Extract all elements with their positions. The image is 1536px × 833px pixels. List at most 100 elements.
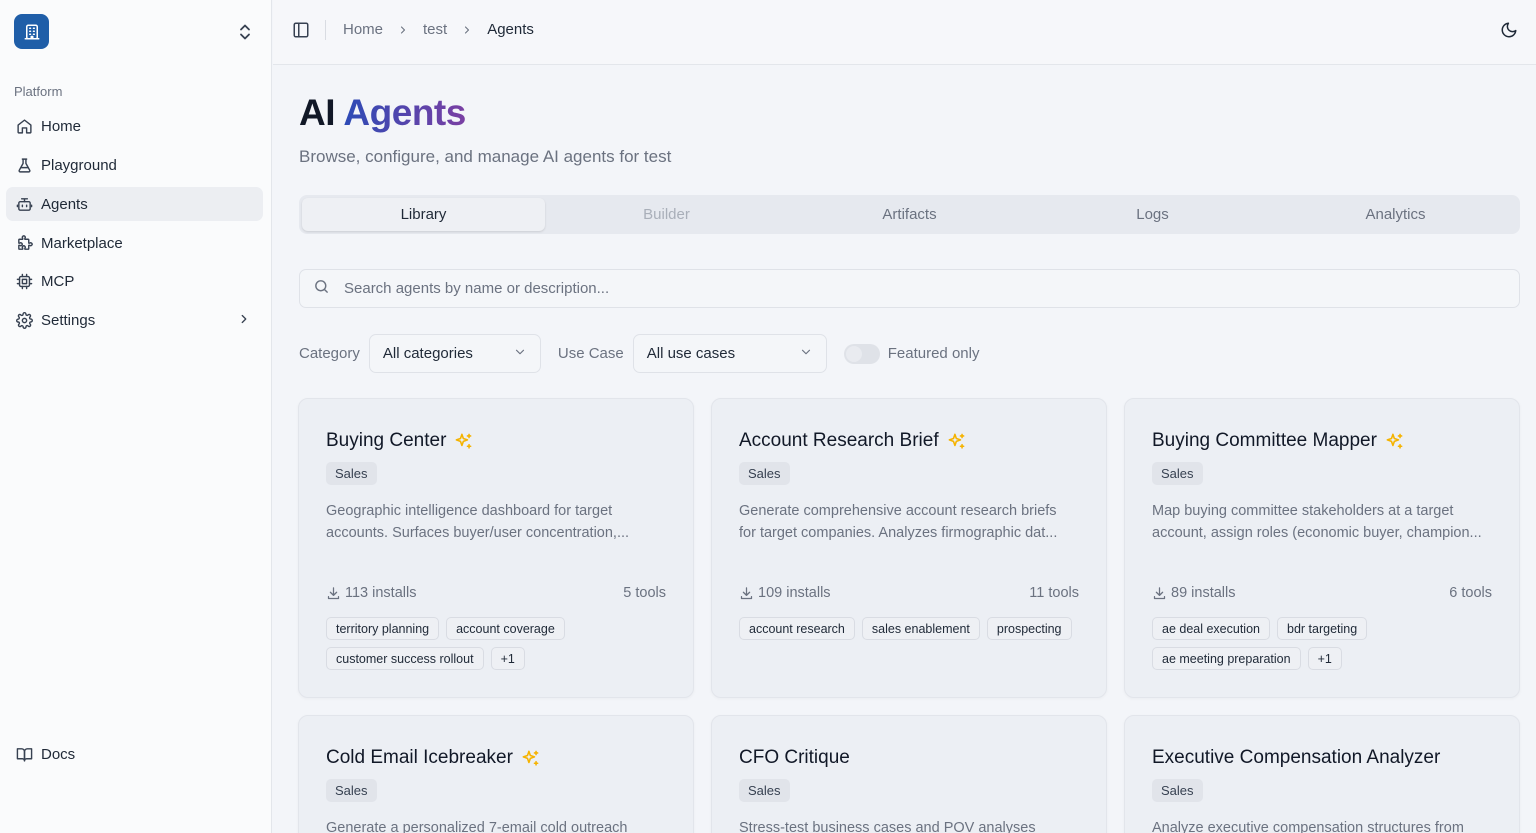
sidebar-toggle-icon[interactable]	[292, 21, 310, 39]
workspace-logo[interactable]	[14, 14, 49, 49]
breadcrumb-workspace[interactable]: test	[423, 21, 447, 38]
agent-card-title: Executive Compensation Analyzer	[1152, 747, 1440, 769]
category-badge: Sales	[1152, 779, 1203, 802]
gear-icon	[15, 311, 33, 329]
breadcrumb: Home test Agents	[343, 21, 534, 38]
tab-analytics[interactable]: Analytics	[1274, 198, 1517, 231]
tag-list: territory planning account coverage cust…	[326, 617, 676, 670]
filter-bar: Category All categories Use Case All use…	[299, 334, 988, 373]
chevron-down-icon	[799, 345, 813, 363]
tag: prospecting	[986, 617, 1072, 640]
chip-icon	[15, 272, 33, 290]
divider	[325, 20, 326, 40]
install-count: 113 installs	[326, 585, 416, 601]
tab-artifacts[interactable]: Artifacts	[788, 198, 1031, 231]
category-select[interactable]: All categories	[368, 334, 541, 373]
page-title-accent: Agents	[343, 92, 466, 133]
tag: account research	[739, 617, 855, 640]
agent-description: Generate a personalized 7-email cold out…	[326, 818, 671, 833]
agent-card[interactable]: Buying Committee Mapper Sales Map buying…	[1124, 398, 1520, 698]
more-tags-badge[interactable]: +1	[490, 647, 525, 670]
search-icon	[313, 278, 330, 300]
bot-icon	[15, 195, 33, 213]
tag: customer success rollout	[326, 647, 484, 670]
chevron-right-icon	[461, 24, 473, 36]
top-bar: Home test Agents	[273, 0, 1536, 65]
description-line: accounts. Surfaces buyer/user concentrat…	[326, 524, 630, 541]
featured-label: Featured only	[887, 345, 980, 362]
agent-card[interactable]: Cold Email Icebreaker Sales Generate a p…	[298, 715, 694, 833]
tool-count: 5 tools	[623, 585, 666, 601]
tag-list: ae deal execution bdr targeting ae meeti…	[1152, 617, 1502, 670]
tool-count: 6 tools	[1449, 585, 1492, 601]
sidebar-item-label: Home	[41, 117, 82, 135]
agent-name: Buying Center	[326, 430, 447, 451]
sidebar-item-label: MCP	[41, 272, 75, 290]
agent-description: Stress-test business cases and POV analy…	[739, 818, 1084, 833]
sidebar-item-label: Marketplace	[41, 234, 123, 252]
agent-card-title: Account Research Brief	[739, 430, 966, 452]
tab-library[interactable]: Library	[302, 198, 545, 231]
tab-builder: Builder	[643, 206, 690, 223]
agent-card-title: Buying Center	[326, 430, 473, 452]
use-case-select[interactable]: All use cases	[632, 334, 827, 373]
search-input[interactable]	[344, 280, 1444, 297]
sidebar-section-label: Platform	[14, 84, 63, 99]
description-line: account, assign roles (economic buyer, c…	[1152, 524, 1482, 541]
install-count: 89 installs	[1152, 585, 1235, 601]
use-case-select-value: All use cases	[646, 345, 736, 362]
tab-logs[interactable]: Logs	[1031, 198, 1274, 231]
sidebar-item-mcp[interactable]: MCP	[6, 264, 263, 298]
install-count-text: 89 installs	[1171, 585, 1236, 601]
breadcrumb-home[interactable]: Home	[343, 21, 383, 38]
main-content: AI Agents Browse, configure, and manage …	[273, 66, 1536, 833]
workspace-switcher-icon[interactable]	[236, 22, 254, 42]
agent-card[interactable]: Buying Center Sales Geographic intellige…	[298, 398, 694, 698]
category-badge: Sales	[739, 779, 790, 802]
tag: ae meeting preparation	[1152, 647, 1301, 670]
agent-name: Cold Email Icebreaker	[326, 747, 513, 768]
description-line: Map buying committee stakeholders at a t…	[1152, 503, 1454, 519]
moon-icon[interactable]	[1500, 21, 1518, 39]
agent-description: Generate comprehensive account research …	[739, 501, 1084, 544]
agent-description: Analyze executive compensation structure…	[1152, 818, 1497, 833]
agent-card[interactable]: Account Research Brief Sales Generate co…	[711, 398, 1107, 698]
page-subtitle: Browse, configure, and manage AI agents …	[299, 147, 672, 166]
chevron-right-icon	[237, 312, 251, 330]
sparkles-icon	[947, 432, 966, 451]
sidebar-item-label: Agents	[41, 195, 88, 213]
tab-bar: Library Builder Artifacts Logs Analytics	[299, 195, 1520, 234]
sparkles-icon	[521, 749, 540, 768]
category-label: Category	[299, 345, 360, 362]
sidebar-item-agents[interactable]: Agents	[6, 187, 263, 221]
sidebar-item-home[interactable]: Home	[6, 109, 263, 143]
tag: account coverage	[446, 617, 565, 640]
chevron-right-icon	[397, 24, 409, 36]
agent-card-title: CFO Critique	[739, 747, 850, 769]
description-line: Stress-test business cases and POV analy…	[739, 820, 1036, 833]
sidebar-item-playground[interactable]: Playground	[6, 148, 263, 182]
agent-card[interactable]: Executive Compensation Analyzer Sales An…	[1124, 715, 1520, 833]
category-badge: Sales	[739, 462, 790, 485]
install-count: 109 installs	[739, 585, 831, 601]
tag: territory planning	[326, 617, 440, 640]
chevron-down-icon	[513, 345, 527, 363]
more-tags-badge[interactable]: +1	[1307, 647, 1342, 670]
home-icon	[15, 117, 33, 135]
tag: sales enablement	[861, 617, 980, 640]
sidebar-item-docs[interactable]: Docs	[6, 737, 263, 771]
sparkles-icon	[1385, 432, 1404, 451]
featured-toggle[interactable]	[843, 343, 880, 364]
tool-count: 11 tools	[1029, 585, 1079, 601]
description-line: Geographic intelligence dashboard for ta…	[326, 503, 613, 519]
agent-description: Map buying committee stakeholders at a t…	[1152, 501, 1497, 544]
agent-card[interactable]: CFO Critique Sales Stress-test business …	[711, 715, 1107, 833]
puzzle-icon	[15, 234, 33, 252]
sidebar-item-label: Settings	[41, 311, 96, 329]
install-count-text: 109 installs	[758, 585, 831, 601]
sidebar-item-settings[interactable]: Settings	[6, 303, 263, 337]
search-box	[299, 269, 1520, 308]
sidebar-item-marketplace[interactable]: Marketplace	[6, 226, 263, 260]
flask-icon	[15, 156, 33, 174]
breadcrumb-current: Agents	[487, 21, 534, 38]
